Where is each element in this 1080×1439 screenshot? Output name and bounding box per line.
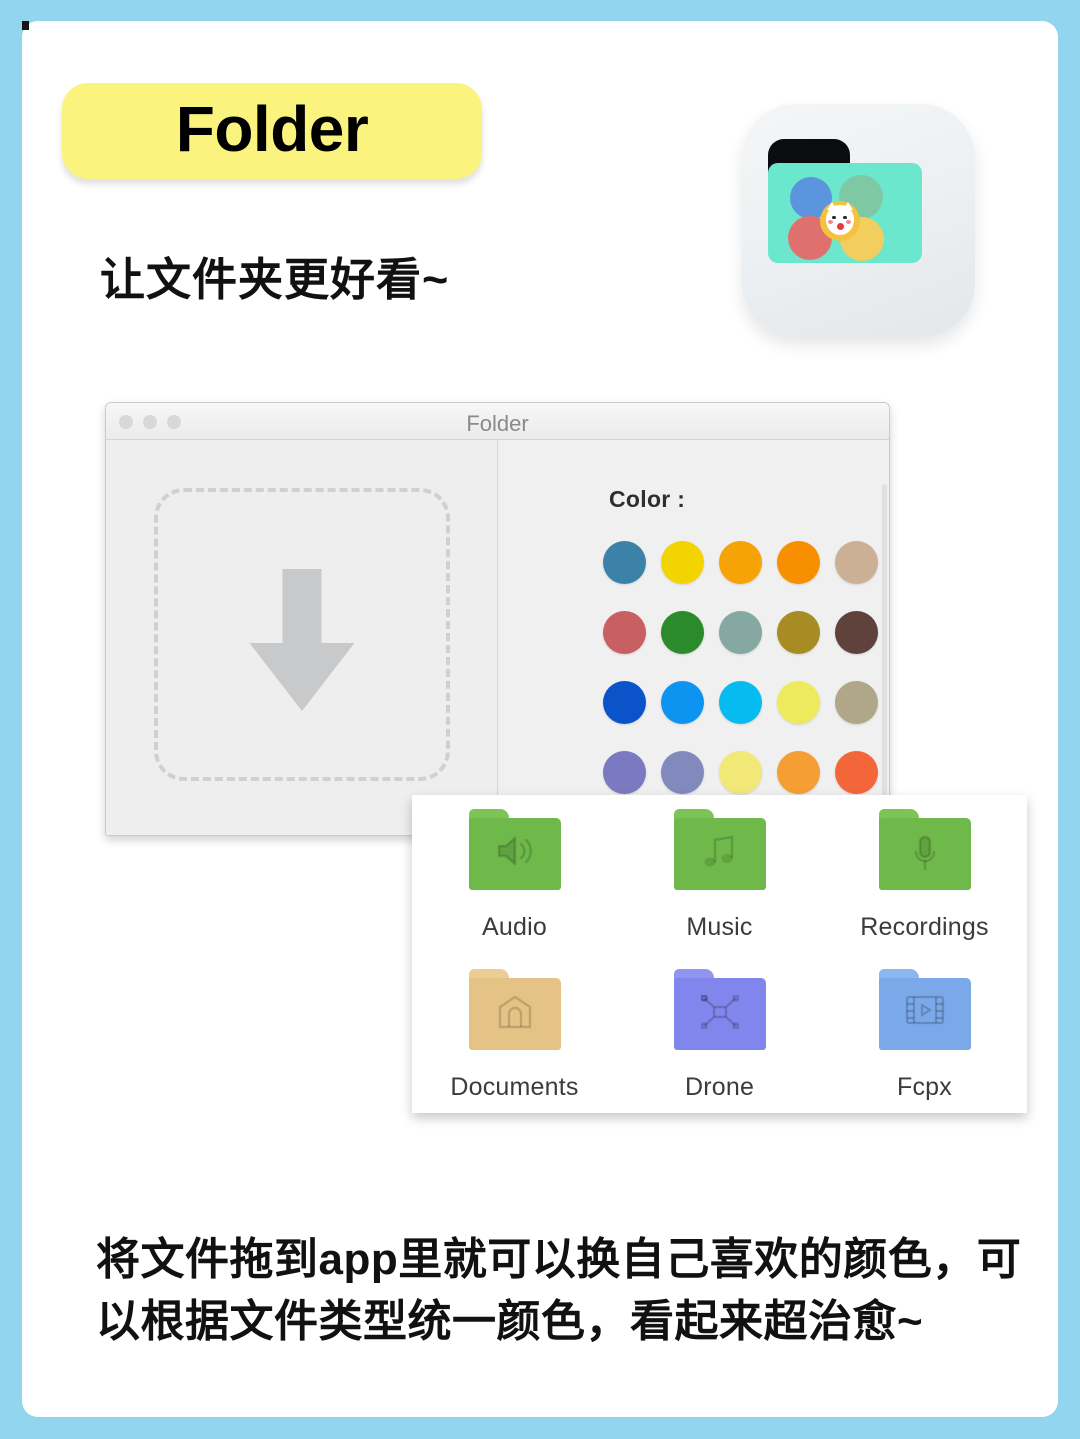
color-swatch[interactable] [602, 750, 646, 794]
color-swatch[interactable] [776, 540, 820, 584]
folder-row: Documents Drone Fcpx [412, 969, 1027, 1102]
folder-item[interactable]: Drone [617, 969, 822, 1102]
color-swatch[interactable] [776, 750, 820, 794]
folder-label: Recordings [860, 913, 989, 941]
page-title: Folder [175, 93, 369, 165]
color-pane: Color : [499, 440, 889, 835]
drone-icon[interactable] [673, 969, 766, 1050]
color-swatch[interactable] [834, 750, 878, 794]
cat-face-icon [820, 201, 860, 241]
folder-item[interactable]: Fcpx [822, 969, 1027, 1102]
folder-preview-panel: Audio Music Recordings Documents Drone Fcpx [412, 795, 1027, 1113]
color-swatch[interactable] [602, 540, 646, 584]
folder-item[interactable]: Music [617, 809, 822, 942]
color-swatch[interactable] [718, 680, 762, 724]
color-swatch[interactable] [776, 680, 820, 724]
folder-label: Music [686, 913, 753, 941]
caption-text: 将文件拖到app里就可以换自己喜欢的颜色，可以根据文件类型统一颜色，看起来超治愈… [96, 1235, 1022, 1347]
speaker-icon[interactable] [468, 809, 561, 890]
folder-app-icon [742, 104, 975, 337]
color-swatch[interactable] [834, 540, 878, 584]
subtitle: 让文件夹更好看~ [100, 254, 450, 305]
microphone-icon[interactable] [878, 809, 971, 890]
folder-label: Fcpx [897, 1073, 952, 1101]
folder-label: Audio [482, 913, 547, 941]
film-strip-icon[interactable] [878, 969, 971, 1050]
color-swatch[interactable] [602, 680, 646, 724]
window-title: Folder [466, 411, 529, 436]
color-swatch[interactable] [718, 540, 762, 584]
color-scrollbar[interactable] [882, 484, 887, 824]
folder-item[interactable]: Audio [412, 809, 617, 942]
color-swatch[interactable] [834, 610, 878, 654]
folder-label: Drone [684, 1073, 755, 1101]
app-window: Folder Color : [105, 402, 890, 836]
color-swatch[interactable] [660, 750, 704, 794]
window-titlebar: Folder [106, 403, 889, 440]
folder-row: Audio Music Recordings [412, 809, 1027, 942]
color-swatch[interactable] [602, 610, 646, 654]
file-dropzone[interactable] [154, 488, 450, 781]
color-swatch[interactable] [718, 610, 762, 654]
music-note-icon[interactable] [673, 809, 766, 890]
folder-item[interactable]: Recordings [822, 809, 1027, 942]
folder-item[interactable]: Documents [412, 969, 617, 1102]
download-arrow-icon [249, 569, 355, 712]
color-swatch-grid[interactable] [595, 527, 885, 835]
document-icon[interactable] [468, 969, 561, 1050]
color-swatch[interactable] [718, 750, 762, 794]
title-badge: Folder [62, 83, 482, 179]
color-swatch[interactable] [660, 540, 704, 584]
color-swatch[interactable] [834, 680, 878, 724]
color-swatch[interactable] [660, 610, 704, 654]
color-label: Color : [609, 486, 686, 512]
poster-card: Folder 让文件夹更好看~ Folder Color: Audio Mus… [22, 21, 1058, 1417]
drop-pane[interactable] [106, 440, 498, 835]
color-swatch[interactable] [776, 610, 820, 654]
corner-artifact [22, 21, 29, 30]
folder-label: Documents [450, 1073, 579, 1101]
color-swatch[interactable] [660, 680, 704, 724]
